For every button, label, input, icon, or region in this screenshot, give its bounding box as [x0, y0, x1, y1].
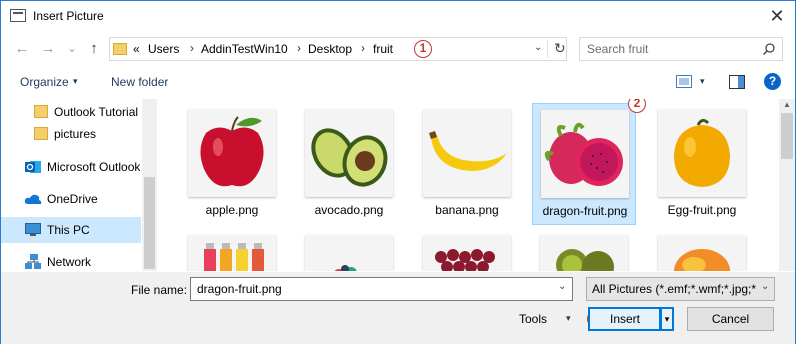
- chevron-right-icon[interactable]: ›: [190, 41, 194, 55]
- back-arrow-icon[interactable]: ←: [13, 40, 31, 58]
- new-folder-button[interactable]: New folder: [111, 75, 168, 89]
- preview-pane-icon[interactable]: [729, 75, 745, 89]
- dialog-footer: File name: dragon-fruit.png ⌄ All Pictur…: [1, 272, 795, 344]
- avocado-image: [305, 109, 393, 197]
- file-name: apple.png: [205, 203, 259, 217]
- sidebar-item-this-pc[interactable]: This PC: [1, 217, 141, 243]
- sidebar-item-network[interactable]: Network: [1, 249, 141, 271]
- sidebar-item-label: Network: [47, 255, 92, 269]
- chevron-down-icon[interactable]: ⌄: [534, 42, 542, 53]
- breadcrumb-users[interactable]: Users: [148, 42, 179, 56]
- file-item-dragon-fruit[interactable]: dragon-fruit.png: [532, 103, 636, 225]
- file-item-juice-bottles[interactable]: [180, 229, 284, 271]
- chevron-right-icon[interactable]: ›: [297, 41, 301, 55]
- file-name-label: File name:: [131, 283, 188, 297]
- file-item-egg-fruit[interactable]: Egg-fruit.png: [650, 103, 754, 225]
- step-2-badge: 2: [628, 99, 646, 113]
- file-name-field[interactable]: dragon-fruit.png ⌄: [190, 277, 573, 301]
- file-name: Egg-fruit.png: [667, 203, 737, 217]
- up-arrow-icon[interactable]: ↑: [85, 40, 103, 58]
- address-divider: [547, 40, 548, 58]
- help-icon[interactable]: ?: [764, 73, 781, 90]
- recent-locations-icon[interactable]: ⌄: [63, 40, 81, 58]
- organize-button[interactable]: Organize: [20, 75, 69, 89]
- file-item-fruit-mix[interactable]: [297, 229, 401, 271]
- mango-image: [658, 235, 746, 271]
- sidebar-item-pictures[interactable]: pictures: [1, 121, 141, 147]
- step-1-badge: 1: [414, 40, 432, 58]
- sidebar-item-microsoft-outlook[interactable]: Microsoft Outlook: [1, 154, 141, 180]
- cancel-button[interactable]: Cancel: [687, 307, 774, 331]
- outlook-icon: [25, 161, 41, 173]
- chevron-down-icon[interactable]: ▾: [566, 313, 571, 324]
- insert-options-dropdown[interactable]: ▾: [661, 307, 674, 331]
- title-bar: Insert Picture ✕: [1, 1, 795, 31]
- sidebar-item-label: Microsoft Outlook: [47, 160, 141, 174]
- view-dropdown-icon[interactable]: ▾: [700, 76, 705, 87]
- sidebar-scrollbar[interactable]: [142, 99, 157, 271]
- file-item-mango[interactable]: [650, 229, 754, 271]
- command-toolbar: Organize ▾ New folder ▾ ?: [1, 67, 795, 97]
- insert-button-label: Insert: [610, 312, 641, 326]
- refresh-icon[interactable]: ↻: [554, 40, 566, 57]
- file-item-banana[interactable]: banana.png: [415, 103, 519, 225]
- fruit-mix-image: [305, 235, 393, 271]
- file-item-kiwi[interactable]: [532, 229, 636, 271]
- close-icon[interactable]: ✕: [765, 5, 789, 27]
- insert-button[interactable]: Insert: [588, 307, 661, 331]
- cloud-icon: [24, 194, 42, 204]
- file-grid-scrollbar[interactable]: ▲: [779, 99, 795, 271]
- file-item-apple[interactable]: apple.png: [180, 103, 284, 225]
- navigation-pane: Outlook Tutorial pictures Microsoft Outl…: [1, 99, 142, 271]
- file-name: avocado.png: [314, 203, 384, 217]
- search-icon[interactable]: [762, 42, 776, 56]
- folder-icon: [34, 105, 48, 118]
- dialog-title: Insert Picture: [33, 9, 104, 23]
- chevron-down-icon[interactable]: ⌄: [558, 281, 566, 292]
- file-grid: apple.png avocado.png banana.png dragon-…: [159, 99, 779, 271]
- kiwi-image: [540, 235, 628, 271]
- view-options-icon[interactable]: [676, 75, 692, 88]
- scroll-up-icon[interactable]: ▲: [783, 100, 791, 109]
- banana-image: [423, 109, 511, 197]
- sidebar-item-label: pictures: [54, 127, 97, 141]
- breadcrumb-fruit[interactable]: fruit: [373, 42, 393, 56]
- file-type-value: All Pictures (*.emf;*.wmf;*.jpg;*: [592, 282, 757, 296]
- network-icon: [25, 254, 41, 269]
- sidebar-item-label: This PC: [47, 223, 90, 237]
- dialog-icon: [10, 9, 26, 22]
- insert-picture-dialog: Insert Picture ✕ ← → ⌄ ↑ « Users › Addin…: [0, 0, 796, 344]
- computer-icon: [25, 223, 41, 236]
- file-item-avocado[interactable]: avocado.png: [297, 103, 401, 225]
- folder-icon: [34, 127, 48, 140]
- sidebar-item-onedrive[interactable]: OneDrive: [1, 186, 141, 212]
- breadcrumb-addintestwin10[interactable]: AddinTestWin10: [201, 42, 288, 56]
- file-type-select[interactable]: All Pictures (*.emf;*.wmf;*.jpg;* ⌄: [586, 277, 775, 301]
- search-placeholder[interactable]: Search fruit: [587, 42, 648, 56]
- sidebar-scroll-thumb[interactable]: [144, 177, 155, 269]
- folder-icon: [113, 43, 127, 55]
- chevron-right-icon[interactable]: ›: [361, 41, 365, 55]
- grapes-image: [423, 235, 511, 271]
- sidebar-item-label: OneDrive: [47, 192, 98, 206]
- apple-image: [188, 109, 276, 197]
- sidebar-item-label: Outlook Tutorial: [54, 105, 139, 119]
- file-name: dragon-fruit.png: [542, 204, 628, 218]
- search-box[interactable]: Search fruit: [579, 37, 783, 61]
- file-name: banana.png: [435, 203, 499, 217]
- breadcrumb-desktop[interactable]: Desktop: [308, 42, 352, 56]
- address-bar[interactable]: « Users › AddinTestWin10 › Desktop › fru…: [109, 37, 567, 61]
- file-item-grapes[interactable]: [415, 229, 519, 271]
- egg-fruit-image: [658, 109, 746, 197]
- dragon-fruit-image: [541, 110, 629, 198]
- file-grid-scroll-thumb[interactable]: [781, 113, 793, 159]
- file-name-value[interactable]: dragon-fruit.png: [197, 282, 282, 296]
- tools-button[interactable]: Tools: [519, 312, 547, 326]
- juice-bottles-image: [188, 235, 276, 271]
- forward-arrow-icon[interactable]: →: [39, 40, 57, 58]
- breadcrumb-overflow[interactable]: «: [133, 42, 140, 56]
- chevron-down-icon[interactable]: ⌄: [761, 281, 769, 292]
- navigation-bar: ← → ⌄ ↑ « Users › AddinTestWin10 › Deskt…: [1, 32, 795, 66]
- chevron-down-icon[interactable]: ▾: [73, 76, 78, 87]
